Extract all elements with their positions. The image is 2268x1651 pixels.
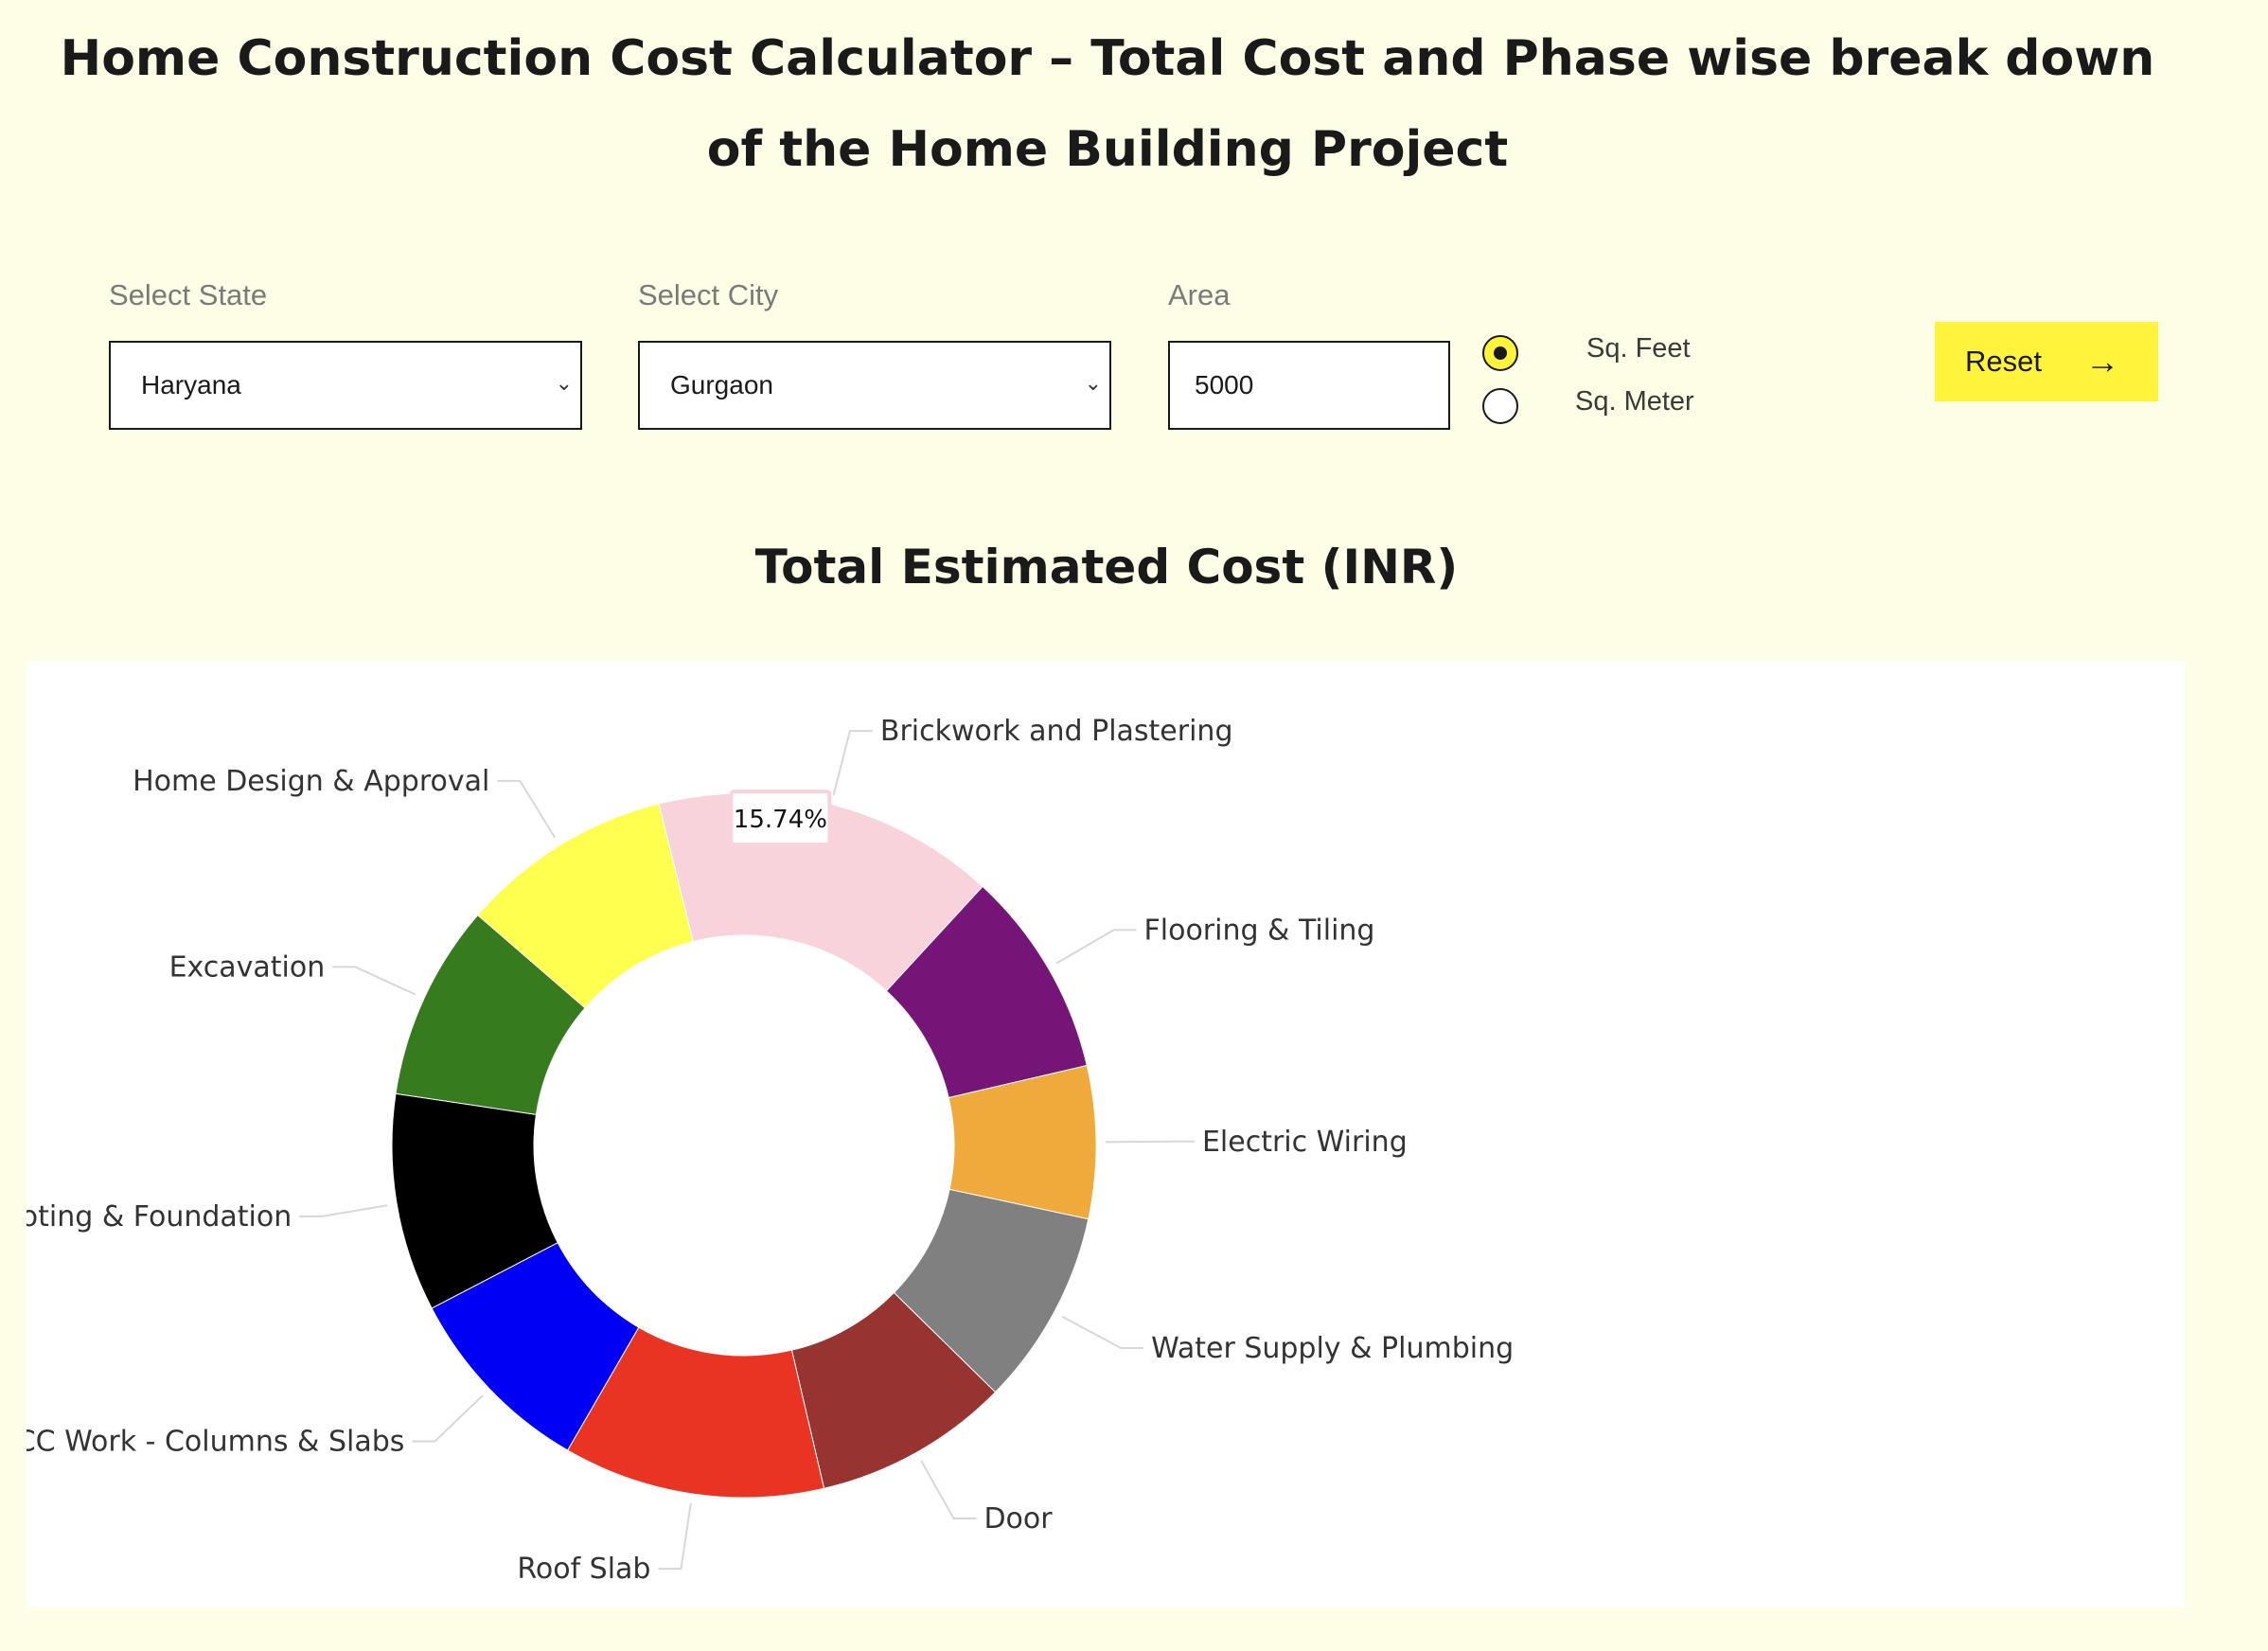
city-select[interactable]: Gurgaon ⌄ <box>638 341 1111 430</box>
leader-line-rcc-work-columns-slabs <box>412 1394 484 1443</box>
leader-line-footing-foundation <box>299 1204 388 1217</box>
donut-slices <box>391 792 1097 1499</box>
slice-label-home-design-approval: Home Design & Approval <box>133 765 489 798</box>
sq-feet-radio[interactable] <box>1482 335 1518 371</box>
page-title: Home Construction Cost Calculator – Tota… <box>60 30 2155 178</box>
leader-line-water-supply-plumbing <box>1061 1316 1144 1350</box>
area-label: Area <box>1168 278 1231 311</box>
state-select-value: Haryana <box>141 370 241 399</box>
state-select[interactable]: Haryana ⌄ <box>109 341 582 430</box>
slice-tooltip: 15.74% <box>729 790 832 847</box>
leader-line-excavation <box>332 966 416 996</box>
city-label: Select City <box>638 278 779 311</box>
slice-label-flooring-tiling: Flooring & Tiling <box>1144 914 1375 947</box>
chart-title: Total Estimated Cost (INR) <box>754 540 1459 595</box>
sq-meter-label: Sq. Meter <box>1575 386 1694 417</box>
slice-label-door: Door <box>983 1502 1053 1536</box>
leader-line-door <box>920 1460 977 1520</box>
leader-line-electric-wiring <box>1105 1140 1195 1144</box>
radio-dot-icon <box>1494 346 1507 360</box>
arrow-right-icon: → <box>2084 342 2119 381</box>
donut-chart: Brickwork and Plastering Flooring & Tilin… <box>27 715 1514 1586</box>
leader-line-roof-slab <box>658 1502 692 1571</box>
sq-feet-label: Sq. Feet <box>1586 333 1691 364</box>
slice-label-footing-foundation: Footing & Foundation <box>27 1200 292 1234</box>
slice-label-excavation: Excavation <box>169 950 326 984</box>
slice-label-rcc-work-columns-slabs: RCC Work - Columns & Slabs <box>27 1425 404 1458</box>
chevron-down-icon: ⌄ <box>555 371 573 395</box>
chevron-down-icon: ⌄ <box>1084 371 1102 395</box>
slice-label-roof-slab: Roof Slab <box>517 1553 650 1586</box>
slice-label-water-supply-plumbing: Water Supply & Plumbing <box>1151 1332 1514 1365</box>
sq-meter-radio[interactable] <box>1482 388 1518 424</box>
slice-label-brickwork-and-plastering: Brickwork and Plastering <box>880 715 1233 748</box>
reset-button-label: Reset <box>1965 345 2042 378</box>
area-input-value: 5000 <box>1195 370 1254 399</box>
area-input[interactable]: 5000 <box>1168 341 1450 430</box>
tooltip-text: 15.74% <box>734 806 827 834</box>
reset-button[interactable]: Reset → <box>1935 322 2158 401</box>
slice-label-electric-wiring: Electric Wiring <box>1202 1126 1408 1159</box>
city-select-value: Gurgaon <box>670 370 773 399</box>
chart-panel: Brickwork and Plastering Flooring & Tilin… <box>27 661 2185 1607</box>
leader-line-flooring-tiling <box>1055 929 1137 965</box>
leader-line-home-design-approval <box>497 779 556 839</box>
state-label: Select State <box>109 278 268 311</box>
leader-line-brickwork-and-plastering <box>832 730 873 796</box>
